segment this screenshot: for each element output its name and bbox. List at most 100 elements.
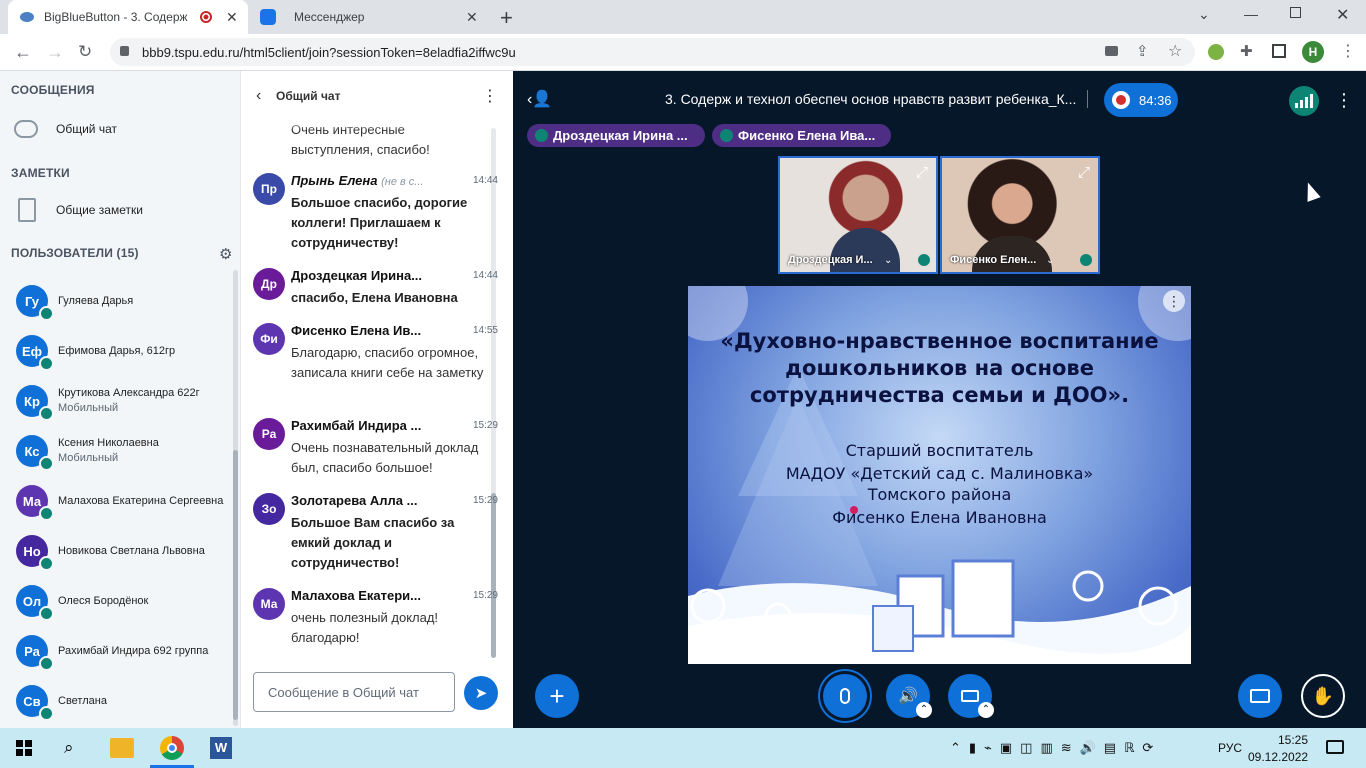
notifications-icon[interactable] <box>1326 740 1344 754</box>
send-icon: ➤ <box>474 685 488 702</box>
chat-title[interactable]: Общий чат <box>276 89 340 103</box>
forward-icon[interactable]: → <box>46 42 64 63</box>
search-icon[interactable]: ⌕ <box>64 738 74 758</box>
tab-bigbluebutton[interactable]: BigBlueButton - 3. Содерж ✕ <box>8 0 248 34</box>
webcam-label[interactable]: Фисенко Елен... <box>950 254 1036 266</box>
mic-icon <box>39 356 54 371</box>
share-webcam-button[interactable]: ⌃ <box>948 674 994 718</box>
user-list-item[interactable]: Ра Рахимбай Индира 692 группа <box>0 626 232 676</box>
tab-search-icon[interactable]: ⌄ <box>1198 6 1210 23</box>
user-list-item[interactable]: Гу Гуляева Дарья <box>0 276 232 326</box>
message-text: спасибо, Елена Ивановна <box>291 290 458 305</box>
user-list-item[interactable]: Но Новикова Светлана Львовна <box>0 526 232 576</box>
close-tab-icon[interactable]: ✕ <box>466 9 478 26</box>
messenger-favicon-icon <box>260 9 276 25</box>
user-list-item[interactable]: Ма Малахова Екатерина Сергеевна <box>0 476 232 526</box>
user-initials: Ра <box>24 643 40 659</box>
presentation-icon <box>1250 689 1270 703</box>
chat-message: Ра Рахимбай Индира ... 15:29 Очень познават… <box>253 418 498 498</box>
person-silhouette <box>830 228 900 272</box>
restore-icon[interactable] <box>1290 7 1301 18</box>
user-list-item[interactable]: Св Светлана <box>0 676 232 726</box>
recording-button[interactable]: 84:36 <box>1104 83 1178 117</box>
user-name-block: Светлана <box>58 694 107 709</box>
user-list-item[interactable]: Кр Крутикова Александра 622г Мобильный <box>0 376 232 426</box>
clock-date[interactable]: 09.12.2022 <box>1248 750 1308 764</box>
scrollbar-thumb[interactable] <box>233 450 238 720</box>
user-options-gear-icon[interactable]: ⚙ <box>219 245 232 263</box>
windows-start-icon[interactable] <box>16 740 32 756</box>
presentation-toggle-button[interactable] <box>1238 674 1282 718</box>
file-explorer-icon[interactable] <box>110 738 134 758</box>
browser-menu-icon[interactable]: ⋮ <box>1340 41 1356 61</box>
chat-bubble-icon <box>14 120 38 138</box>
chat-back-icon[interactable]: ‹ <box>256 87 261 105</box>
toggle-userlist-icon[interactable]: ‹👤 <box>527 89 552 109</box>
language-indicator[interactable]: РУС <box>1218 741 1242 755</box>
bookmark-star-icon[interactable]: ☆ <box>1168 41 1182 61</box>
meeting-options-icon[interactable]: ⋮ <box>1335 90 1353 111</box>
mic-icon <box>1080 254 1092 266</box>
address-bar[interactable]: bbb9.tspu.edu.ru/html5client/join?sessio… <box>110 38 1195 66</box>
webcam-tile[interactable]: ⤢ Фисенко Елен... ⌄ <box>940 156 1100 274</box>
chat-options-icon[interactable]: ⋮ <box>482 86 498 106</box>
share-icon[interactable]: ⇪ <box>1136 42 1149 60</box>
close-window-icon[interactable]: ✕ <box>1336 5 1349 25</box>
actions-plus-button[interactable]: + <box>535 674 579 718</box>
user-list-item[interactable]: Еф Ефимова Дарья, 612гр <box>0 326 232 376</box>
user-avatar: Ол <box>16 585 54 621</box>
extension-icon[interactable] <box>1208 44 1224 60</box>
side-panel-icon[interactable] <box>1272 44 1286 58</box>
chrome-icon[interactable] <box>160 736 184 760</box>
mute-microphone-button[interactable] <box>823 674 867 718</box>
notes-icon <box>18 198 36 222</box>
fullscreen-icon[interactable]: ⤢ <box>916 164 928 181</box>
clock-time[interactable]: 15:25 <box>1268 733 1308 747</box>
close-tab-icon[interactable]: ✕ <box>226 9 238 26</box>
shared-notes-item[interactable]: Общие заметки <box>18 196 228 224</box>
message-text: Очень познавательный доклад был, спасибо… <box>291 440 479 475</box>
sidebar-scrollbar[interactable] <box>233 270 238 726</box>
talking-indicator[interactable]: Фисенко Елена Ива... <box>712 124 891 147</box>
user-name-block: Ефимова Дарья, 612гр <box>58 344 175 359</box>
profile-avatar[interactable]: H <box>1302 41 1324 63</box>
webcam-tile[interactable]: ⤢ Дроздецкая И... ⌄ <box>778 156 938 274</box>
user-avatar: Кр <box>16 385 54 421</box>
tray-icons[interactable]: ⌃▮⌁▣◫▥≋🔊▤ℝ⟳ <box>950 740 1161 756</box>
sender-avatar: Ма <box>253 588 285 620</box>
word-icon[interactable]: W <box>210 737 232 759</box>
message-text: Благодарю, спасибо огромное, записала кн… <box>291 345 484 380</box>
new-tab-icon[interactable]: + <box>500 5 513 31</box>
mic-icon <box>39 306 54 321</box>
fullscreen-icon[interactable]: ⤢ <box>1078 164 1090 181</box>
webcam-label[interactable]: Дроздецкая И... <box>788 254 873 266</box>
chat-message-input[interactable]: Сообщение в Общий чат <box>253 672 455 712</box>
chevron-up-icon[interactable]: ⌃ <box>916 702 932 718</box>
user-list-item[interactable]: Кс Ксения Николаевна Мобильный <box>0 426 232 476</box>
user-name: Светлана <box>58 694 107 707</box>
camera-blocked-icon[interactable] <box>1105 46 1118 56</box>
talking-indicator[interactable]: Дроздецкая Ирина ... <box>527 124 705 147</box>
chevron-up-icon[interactable]: ⌃ <box>978 702 994 718</box>
public-chat-item[interactable]: Общий чат <box>14 116 224 142</box>
audio-button[interactable]: 🔊 ⌃ <box>886 674 932 718</box>
tab-messenger[interactable]: Мессенджер ✕ <box>250 0 490 34</box>
connection-status-icon[interactable] <box>1289 86 1319 116</box>
chevron-down-icon[interactable]: ⌄ <box>884 255 892 266</box>
reload-icon[interactable]: ↻ <box>78 42 92 62</box>
raise-hand-button[interactable]: ✋ <box>1301 674 1345 718</box>
user-name-block: Ксения Николаевна Мобильный <box>58 436 159 466</box>
speaker-icon: 🔊 <box>898 688 918 705</box>
user-list-item[interactable]: Ол Олеся Бородёнок <box>0 576 232 626</box>
user-name: Гуляева Дарья <box>58 294 134 307</box>
presentation-options-icon[interactable]: ⋮ <box>1163 290 1185 312</box>
presentation-slide[interactable]: «Духовно-нравственное воспитание дошколь… <box>688 286 1191 664</box>
extensions-puzzle-icon[interactable]: ✚ <box>1240 42 1253 60</box>
slide-subtitle: Фисенко Елена Ивановна <box>832 508 1047 527</box>
send-message-button[interactable]: ➤ <box>464 676 498 710</box>
user-avatar: Ра <box>16 635 54 671</box>
message-time: 15:29 <box>472 495 498 506</box>
minimize-icon[interactable]: — <box>1244 6 1258 22</box>
chevron-down-icon[interactable]: ⌄ <box>1046 255 1054 266</box>
back-icon[interactable]: ← <box>14 42 32 63</box>
